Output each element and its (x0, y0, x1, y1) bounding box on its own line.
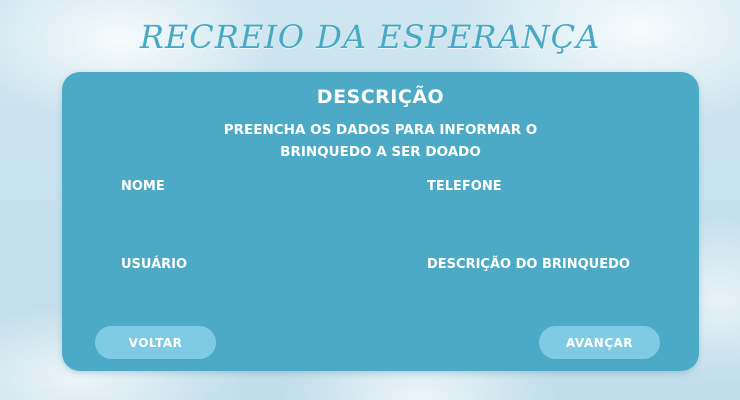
form-heading: DESCRIÇÃO (316, 86, 445, 108)
telefone-input[interactable] (427, 200, 661, 226)
form-subtitle-line1: PREENCHA OS DADOS PARA INFORMAR O (223, 122, 538, 138)
next-button[interactable]: AVANÇAR (539, 326, 660, 359)
back-button[interactable]: VOLTAR (95, 326, 216, 359)
usuario-label: USUÁRIO (121, 257, 188, 272)
descricao-input[interactable] (427, 278, 661, 304)
form-subtitle-line2: BRINQUEDO A SER DOADO (280, 144, 481, 160)
nome-label: NOME (121, 179, 165, 194)
nome-input[interactable] (121, 200, 355, 226)
form-subtitle: PREENCHA OS DADOS PARA INFORMAR O BRINQU… (182, 119, 579, 163)
descricao-label: DESCRIÇÃO DO BRINQUEDO (427, 257, 630, 272)
usuario-input[interactable] (121, 278, 355, 304)
donation-form-card: DESCRIÇÃO PREENCHA OS DADOS PARA INFORMA… (62, 72, 699, 371)
app-title: RECREIO DA ESPERANÇA (139, 18, 601, 56)
telefone-label: TELEFONE (427, 179, 502, 194)
